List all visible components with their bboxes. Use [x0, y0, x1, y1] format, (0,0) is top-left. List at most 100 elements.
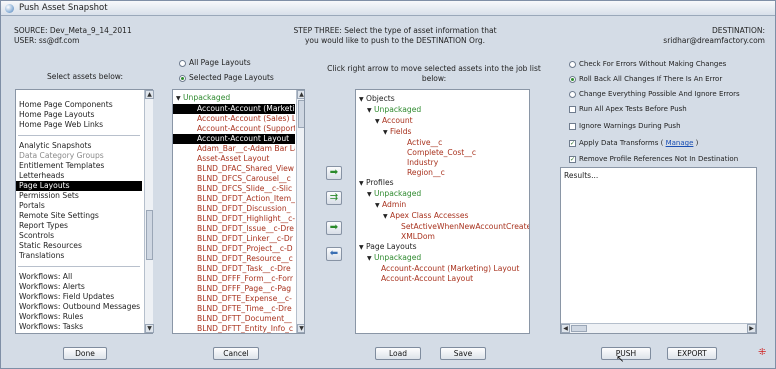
move-right-alt-icon[interactable]: ➡ [326, 221, 342, 235]
tree-leaf[interactable]: XMLDom [401, 232, 529, 242]
results-hscrollbar[interactable]: ◀ ▶ [561, 323, 756, 333]
page-layout-item[interactable]: BLND_DFDT_Resource__c [173, 254, 295, 264]
asset-type-item[interactable]: Scontrols [16, 231, 142, 241]
page-layout-item[interactable]: BLND_DFCS_Slide__c-Slic [173, 184, 295, 194]
load-button[interactable]: Load [375, 347, 421, 360]
asset-type-item[interactable]: Permission Sets [16, 191, 142, 201]
tree-leaf[interactable]: Account-Account (Marketing) Layout [381, 264, 529, 274]
expand-triangle-icon[interactable]: ▼ [176, 94, 183, 104]
asset-type-item[interactable]: Static Resources [16, 241, 142, 251]
scroll-left-icon[interactable]: ◀ [561, 324, 570, 333]
page-layout-item[interactable]: BLND_DFTE_Time__c-Dre [173, 304, 295, 314]
radio-icon[interactable] [179, 59, 186, 67]
option-run-apex[interactable]: Run All Apex Tests Before Push [569, 104, 687, 114]
resize-grip-icon[interactable]: ⁜ [758, 347, 766, 358]
tree-apex[interactable]: ▼ Apex Class Accesses [359, 211, 529, 222]
asset-type-item[interactable]: Workflows: Alerts [16, 282, 142, 292]
page-layout-item[interactable]: Account-Account Layout [173, 134, 295, 144]
option-remove-profile[interactable]: ✓ Remove Profile References Not In Destin… [569, 154, 738, 164]
asset-type-item[interactable]: Workflows: Field Updates [16, 292, 142, 302]
scroll-down-icon[interactable]: ▼ [145, 324, 154, 333]
export-button[interactable]: EXPORT [667, 347, 717, 360]
page-layout-item[interactable]: Asset-Asset Layout [173, 154, 295, 164]
page-layout-item[interactable]: BLND_DFDT_Task__c-Dre [173, 264, 295, 274]
page-layout-item[interactable]: BLND_DFCS_Carousel__c [173, 174, 295, 184]
page-layout-item[interactable]: BLND_DFFF_Page__c-Pag [173, 284, 295, 294]
page-layout-item[interactable]: BLND_DFTE_Expense__c- [173, 294, 295, 304]
page-layout-item[interactable]: BLND_DFDT_Discussion_ [173, 204, 295, 214]
page-layout-item[interactable]: BLND_DFTT_Document__ [173, 314, 295, 324]
manage-link[interactable]: Manage [666, 139, 694, 147]
asset-type-item[interactable]: Workflows: Outbound Messages [16, 302, 142, 312]
page-layout-item[interactable]: BLND_DFDT_Issue__c-Dre [173, 224, 295, 234]
asset-type-item[interactable]: Page Layouts [16, 181, 142, 191]
scroll-thumb[interactable] [146, 210, 153, 260]
save-button[interactable]: Save [440, 347, 486, 360]
page-layout-item[interactable]: BLND_DFFF_Form__c-Forr [173, 274, 295, 284]
asset-type-item[interactable]: Translations [16, 251, 142, 261]
tree-account[interactable]: ▼ Account [359, 116, 529, 127]
scroll-up-icon[interactable]: ▲ [297, 90, 304, 99]
move-all-right-icon[interactable]: ⇉ [326, 191, 342, 205]
scroll-down-icon[interactable]: ▼ [297, 324, 304, 333]
scroll-up-icon[interactable]: ▲ [145, 90, 154, 99]
page-layout-item[interactable]: Account-Account (Marketing [173, 104, 295, 114]
tree-leaf[interactable]: Active__c [407, 138, 529, 148]
checkbox-icon[interactable] [569, 122, 576, 130]
page-layout-item[interactable]: BLND_DFDT_Highlight__c- [173, 214, 295, 224]
move-left-icon[interactable]: ⬅ [326, 247, 342, 261]
option-apply-transforms[interactable]: ✓ Apply Data Transforms ( Manage ) [569, 138, 698, 148]
page-layout-item[interactable]: BLND_DFAC_Shared_View [173, 164, 295, 174]
radio-selected-icon[interactable] [569, 75, 576, 83]
scroll-thumb[interactable] [298, 100, 304, 128]
asset-type-item[interactable]: Data Category Groups [16, 151, 142, 161]
page-layout-item[interactable]: Adam_Bar__c-Adam Bar La [173, 144, 295, 154]
option-ignore-warnings[interactable]: Ignore Warnings During Push [569, 121, 681, 131]
scroll-thumb[interactable] [571, 325, 587, 332]
tree-leaf[interactable]: Industry [407, 158, 529, 168]
tree-leaf[interactable]: SetActiveWhenNewAccountCreate [401, 222, 529, 232]
radio-all-layouts[interactable]: All Page Layouts [179, 58, 251, 68]
layouts-scrollbar[interactable]: ▲ ▼ [296, 90, 304, 333]
asset-type-item[interactable]: Entitlement Templates [16, 161, 142, 171]
page-layout-item[interactable]: BLND_DFDT_Action_Item_ [173, 194, 295, 204]
asset-type-item[interactable]: Home Page Web Links [16, 120, 142, 130]
move-right-icon[interactable]: ➡ [326, 166, 342, 180]
tree-unpackaged-3[interactable]: ▼ Unpackaged [359, 253, 529, 264]
tree-objects[interactable]: ▼ Objects [359, 94, 529, 105]
tree-profiles[interactable]: ▼ Profiles [359, 178, 529, 189]
tree-unpackaged-2[interactable]: ▼ Unpackaged [359, 189, 529, 200]
tree-leaf[interactable]: Account-Account Layout [381, 274, 529, 284]
page-layout-item[interactable]: Account-Account (Support) L [173, 124, 295, 134]
page-layout-item[interactable]: BLND_DFDT_Project__c-D [173, 244, 295, 254]
asset-type-item[interactable]: Home Page Layouts [16, 110, 142, 120]
layout-root[interactable]: ▼ Unpackaged [173, 90, 304, 104]
checkbox-checked-icon[interactable]: ✓ [569, 155, 576, 163]
radio-icon[interactable] [569, 60, 576, 68]
job-list-tree[interactable]: ▼ Objects ▼ Unpackaged ▼ Account ▼ Fields Ac… [355, 89, 530, 334]
asset-type-item[interactable]: Remote Site Settings [16, 211, 142, 221]
option-change-everything[interactable]: Change Everything Possible And Ignore Er… [569, 89, 740, 99]
asset-type-item[interactable]: Letterheads [16, 171, 142, 181]
page-layout-item[interactable]: BLND_DFTT_Entity_Info_c [173, 324, 295, 333]
tree-fields[interactable]: ▼ Fields [359, 127, 529, 138]
asset-type-item[interactable]: Workflows: All [16, 272, 142, 282]
page-layout-item[interactable]: Account-Account (Sales) La [173, 114, 295, 124]
asset-type-item[interactable]: Home Page Components [16, 100, 142, 110]
asset-type-item[interactable]: Portals [16, 201, 142, 211]
push-button[interactable]: PUSH [601, 347, 651, 360]
tree-leaf[interactable]: Complete_Cost__c [407, 148, 529, 158]
checkbox-checked-icon[interactable]: ✓ [569, 139, 576, 147]
asset-type-item[interactable]: Report Types [16, 221, 142, 231]
page-layout-item[interactable]: BLND_DFDT_Linker__c-Dr [173, 234, 295, 244]
option-rollback[interactable]: Roll Back All Changes If There Is An Err… [569, 74, 722, 84]
tree-admin[interactable]: ▼ Admin [359, 200, 529, 211]
asset-type-list[interactable]: Home Page Components Home Page Layouts Hom… [15, 89, 154, 334]
asset-list-scrollbar[interactable]: ▲ ▼ [144, 90, 154, 333]
radio-icon[interactable] [569, 90, 576, 98]
scroll-right-icon[interactable]: ▶ [747, 324, 756, 333]
page-layouts-list[interactable]: ▼ Unpackaged Account-Account (Marketing Ac… [172, 89, 305, 334]
tree-unpackaged[interactable]: ▼ Unpackaged [359, 105, 529, 116]
radio-selected-layouts[interactable]: Selected Page Layouts [179, 73, 274, 83]
asset-type-item[interactable]: Workflows: Rules [16, 312, 142, 322]
